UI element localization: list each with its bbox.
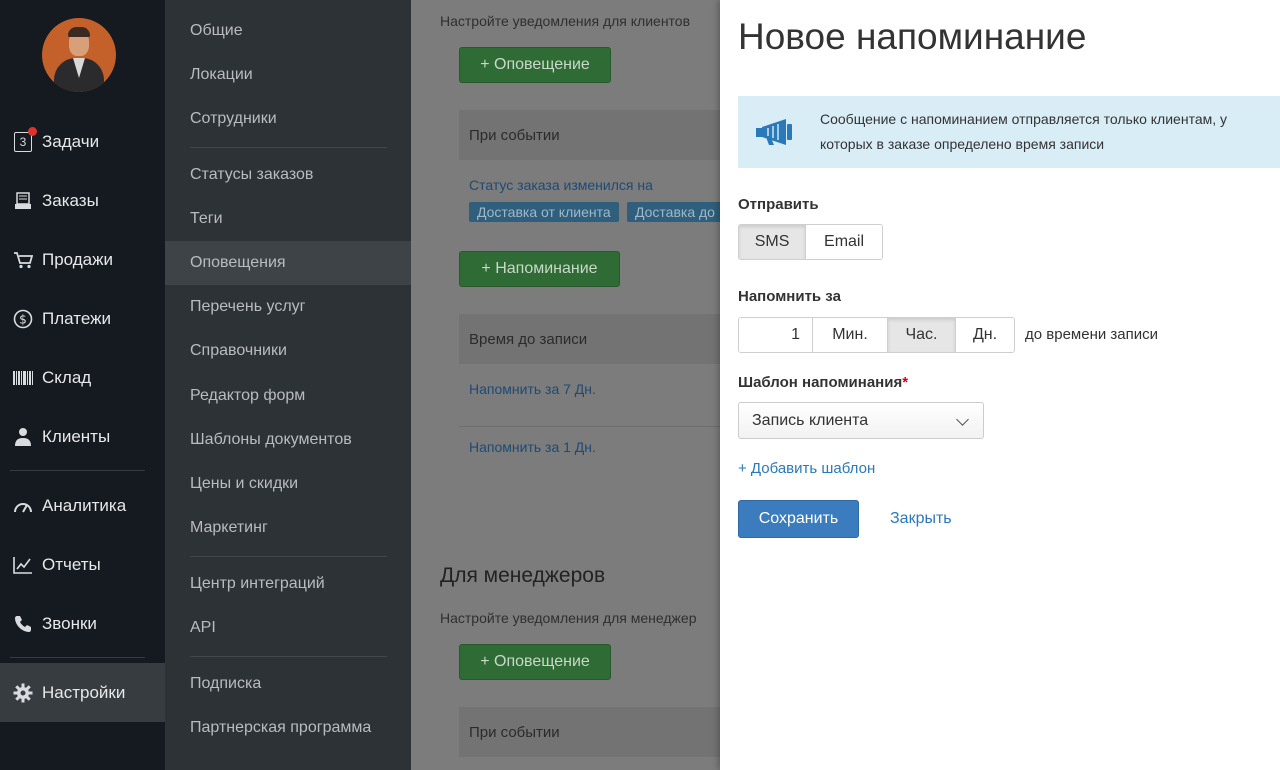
sms-option[interactable]: SMS	[739, 225, 807, 259]
remind-before-group: 1 Мин. Час. Дн.	[738, 317, 1015, 353]
add-notification-button[interactable]: + Оповещение	[459, 47, 611, 83]
megaphone-icon	[756, 119, 792, 145]
sidebar-divider	[10, 657, 145, 658]
sidebar-item-label: Склад	[42, 367, 92, 387]
sidebar-item-label: Задачи	[42, 131, 100, 151]
settings-item-services[interactable]: Перечень услуг	[165, 285, 411, 329]
svg-text:$: $	[19, 312, 27, 326]
status-tag: Доставка до	[627, 202, 723, 222]
template-select[interactable]: Запись клиента	[738, 402, 984, 439]
sidebar-item-settings[interactable]: Настройки	[0, 663, 165, 722]
tasks-icon: 3	[12, 126, 37, 153]
cart-icon	[12, 249, 34, 271]
settings-divider	[190, 656, 387, 657]
user-icon	[12, 426, 34, 448]
settings-item-tags[interactable]: Теги	[165, 197, 411, 241]
sidebar-item-label: Продажи	[42, 249, 113, 269]
sidebar-item-reports[interactable]: Отчеты	[0, 535, 165, 594]
chart-icon	[12, 554, 34, 576]
sidebar-item-label: Клиенты	[42, 426, 111, 446]
send-channel-toggle: SMS Email	[738, 224, 883, 260]
settings-item-subscription[interactable]: Подписка	[165, 662, 411, 706]
sidebar-item-orders[interactable]: Заказы	[0, 171, 165, 230]
sidebar-item-warehouse[interactable]: Склад	[0, 348, 165, 407]
settings-item-api[interactable]: API	[165, 606, 411, 650]
chevron-down-icon	[956, 413, 969, 426]
sidebar-item-label: Заказы	[42, 190, 99, 210]
column-header: При событии	[469, 126, 560, 144]
column-header: Время до записи	[469, 330, 588, 348]
sidebar-item-label: Отчеты	[42, 554, 101, 574]
sidebar-item-tasks[interactable]: 3 Задачи	[0, 112, 165, 171]
send-label: Отправить	[738, 196, 819, 213]
settings-item-prices[interactable]: Цены и скидки	[165, 462, 411, 506]
clients-description: Настройте уведомления для клиентов	[440, 13, 691, 29]
status-changed-link[interactable]: Статус заказа изменился на	[469, 177, 653, 193]
settings-divider	[190, 147, 387, 148]
info-alert: Сообщение с напоминанием отправляется то…	[738, 96, 1280, 168]
settings-item-integrations[interactable]: Центр интеграций	[165, 562, 411, 606]
sidebar-divider	[10, 470, 145, 471]
settings-item-form-editor[interactable]: Редактор форм	[165, 374, 411, 418]
save-button[interactable]: Сохранить	[738, 500, 859, 538]
sidebar-item-label: Платежи	[42, 308, 111, 328]
sidebar-item-sales[interactable]: Продажи	[0, 230, 165, 289]
sidebar-item-payments[interactable]: $ Платежи	[0, 289, 165, 348]
add-reminder-button[interactable]: + Напоминание	[459, 251, 620, 287]
settings-item-notifications[interactable]: Оповещения	[165, 241, 411, 285]
before-appointment-text: до времени записи	[1025, 326, 1159, 343]
remind-label: Напомнить за	[738, 288, 841, 305]
managers-description: Настройте уведомления для менеджер	[440, 610, 697, 626]
barcode-icon	[12, 367, 34, 389]
settings-item-employees[interactable]: Сотрудники	[165, 97, 411, 141]
settings-item-directories[interactable]: Справочники	[165, 329, 411, 373]
sidebar-item-label: Настройки	[42, 682, 126, 702]
managers-heading: Для менеджеров	[440, 564, 606, 587]
gear-icon	[12, 682, 34, 704]
template-label: Шаблон напоминания*	[738, 374, 909, 391]
required-mark: *	[902, 374, 909, 391]
settings-item-order-statuses[interactable]: Статусы заказов	[165, 153, 411, 197]
sidebar-item-clients[interactable]: Клиенты	[0, 407, 165, 466]
close-link[interactable]: Закрыть	[890, 510, 952, 528]
reminder-link[interactable]: Напомнить за 7 Дн.	[469, 381, 596, 397]
unit-days-option[interactable]: Дн.	[956, 318, 1014, 352]
sidebar-item-analytics[interactable]: Аналитика	[0, 476, 165, 535]
settings-sidebar: Общие Локации Сотрудники Статусы заказов…	[165, 0, 411, 770]
column-header: При событии	[469, 723, 560, 741]
avatar[interactable]	[42, 18, 116, 92]
add-template-link[interactable]: + Добавить шаблон	[738, 460, 875, 477]
orders-icon	[12, 190, 34, 212]
settings-item-partner[interactable]: Партнерская программа	[165, 706, 411, 750]
info-message: Сообщение с напоминанием отправляется то…	[820, 111, 1228, 152]
status-tag: Доставка от клиента	[469, 202, 619, 222]
settings-item-locations[interactable]: Локации	[165, 53, 411, 97]
dollar-icon: $	[12, 308, 34, 330]
settings-item-marketing[interactable]: Маркетинг	[165, 506, 411, 550]
settings-divider	[190, 556, 387, 557]
reminder-link[interactable]: Напомнить за 1 Дн.	[469, 439, 596, 455]
settings-item-doc-templates[interactable]: Шаблоны документов	[165, 418, 411, 462]
gauge-icon	[12, 495, 34, 517]
email-option[interactable]: Email	[806, 225, 882, 259]
unit-hours-option[interactable]: Час.	[888, 318, 956, 352]
phone-icon	[12, 613, 34, 635]
template-select-value: Запись клиента	[752, 411, 869, 429]
settings-item-general[interactable]: Общие	[165, 9, 411, 53]
notification-dot	[28, 126, 37, 136]
main-sidebar: 3 Задачи Заказы Продажи $ Платежи Склад …	[0, 0, 165, 770]
remind-amount-input[interactable]: 1	[739, 318, 813, 352]
add-manager-notification-button[interactable]: + Оповещение	[459, 644, 611, 680]
new-reminder-panel: Новое напоминание Сообщение с напоминани…	[720, 0, 1280, 770]
unit-minutes-option[interactable]: Мин.	[813, 318, 888, 352]
panel-title: Новое напоминание	[738, 16, 1087, 57]
sidebar-item-label: Звонки	[42, 613, 97, 633]
sidebar-item-label: Аналитика	[42, 495, 127, 515]
sidebar-item-calls[interactable]: Звонки	[0, 594, 165, 653]
